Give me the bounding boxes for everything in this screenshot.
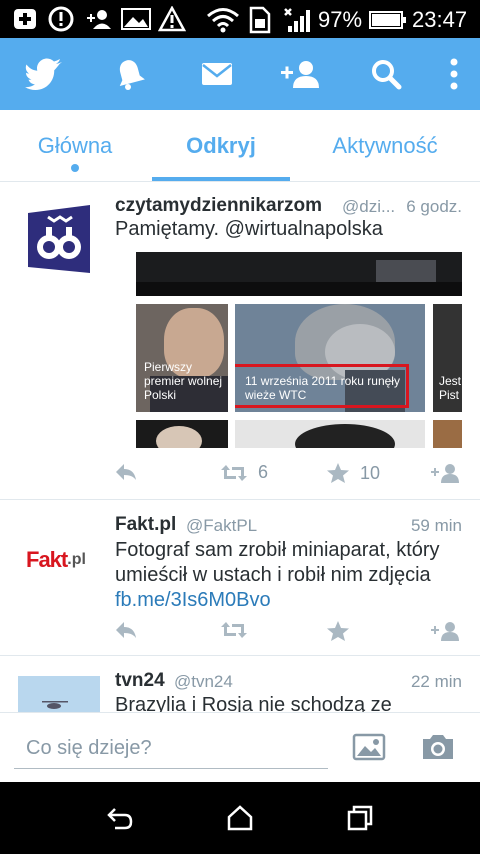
tweet-link[interactable]: fb.me/3Is6M0Bvo: [115, 589, 271, 611]
camera-icon: [423, 735, 453, 759]
camera-button[interactable]: [420, 733, 456, 766]
status-bar: 97% 23:47: [0, 0, 480, 38]
tweet-author-handle[interactable]: @dzi...: [342, 197, 395, 217]
alert-icon: [48, 6, 76, 37]
follow-user-icon: [431, 464, 459, 483]
tweet-author-handle[interactable]: @FaktPL: [186, 516, 257, 536]
avatar[interactable]: Fakt .pl: [26, 542, 92, 578]
tweet-timestamp: 22 min: [410, 672, 462, 691]
system-nav-bar: [0, 782, 480, 854]
media-caption-right: Jest Pist: [439, 374, 462, 402]
tweet-timestamp: 6 godz.: [406, 197, 462, 216]
media-tile-wtc: 11 września 2011 roku runęły wieże WTC: [235, 304, 425, 412]
reply-icon: [116, 464, 136, 480]
tweet-text: Fotograf sam zrobił miniaparat, który um…: [115, 538, 460, 613]
unread-indicator-dot: [71, 164, 79, 172]
compose-tweet-input[interactable]: [14, 729, 328, 769]
tweet-text: Pamiętamy. @wirtualnapolska: [115, 218, 383, 240]
media-caption-left: Pierwszy premier wolnej Polski: [144, 360, 223, 402]
retweet-button[interactable]: 6: [220, 462, 268, 483]
add-photo-button[interactable]: [352, 733, 386, 766]
image-icon: [120, 6, 152, 37]
tweet-item[interactable]: tvn24 @tvn24 22 min Brazylia i Rosja nie…: [0, 656, 480, 712]
add-user-icon[interactable]: [278, 56, 324, 92]
tweet-author-name[interactable]: tvn24: [115, 670, 165, 692]
media-tile-right: Jest Pist: [433, 304, 462, 412]
star-icon: [327, 463, 349, 483]
action-bar: [0, 38, 480, 110]
search-icon[interactable]: [368, 56, 404, 92]
retweet-icon: [221, 622, 247, 638]
tweet-composer: [0, 712, 480, 782]
home-button[interactable]: [220, 802, 260, 834]
twitter-bird-icon[interactable]: [24, 56, 64, 92]
media-top-strip: [136, 252, 462, 296]
tweet-author-handle[interactable]: @tvn24: [174, 672, 233, 692]
usb-add-icon: [12, 6, 40, 37]
active-tab-indicator: [152, 177, 290, 181]
notifications-bell-icon[interactable]: [112, 56, 148, 92]
retweet-icon: [221, 464, 247, 481]
follow-user-icon: [431, 622, 459, 641]
image-icon: [352, 733, 386, 761]
tweet-author-name[interactable]: Fakt.pl: [115, 514, 176, 536]
tab-aktywnosc[interactable]: Aktywność: [310, 110, 460, 182]
recent-apps-button[interactable]: [340, 802, 380, 834]
reply-button[interactable]: [114, 462, 138, 482]
media-caption-center: 11 września 2011 roku runęły wieże WTC: [245, 374, 400, 402]
recent-apps-icon: [347, 805, 373, 831]
tweet-media-image[interactable]: Pierwszy premier wolnej Polski 11 wrześn…: [136, 252, 462, 448]
media-tile-bottom-center: [235, 420, 425, 448]
avatar-text-suffix: .pl: [67, 551, 86, 568]
overflow-menu-icon[interactable]: [436, 56, 472, 92]
home-icon: [227, 805, 253, 831]
favorite-button[interactable]: [326, 620, 350, 642]
reply-button[interactable]: [114, 620, 138, 640]
add-contact-icon: [84, 6, 114, 37]
media-tile-bottom-right: [433, 420, 462, 448]
tweet-text-body: Fotograf sam zrobił miniaparat, który um…: [115, 539, 440, 586]
signal-no-service-icon: [282, 6, 312, 39]
back-button[interactable]: [100, 802, 140, 834]
tweet-author-name[interactable]: czytamydziennikarzom: [115, 195, 322, 217]
battery-icon: [368, 9, 408, 36]
follow-author-button[interactable]: [430, 620, 462, 642]
clock: 23:47: [412, 7, 468, 32]
avatar-text: Fakt: [26, 547, 68, 572]
wifi-icon: [206, 6, 240, 39]
avatar[interactable]: [18, 676, 100, 712]
back-icon: [107, 808, 133, 830]
battery-percent: 97%: [318, 7, 363, 32]
messages-envelope-icon[interactable]: [199, 56, 235, 92]
retweet-count: 6: [258, 462, 269, 482]
follow-author-button[interactable]: [430, 462, 462, 484]
reply-icon: [116, 622, 136, 638]
warning-icon: [157, 5, 187, 37]
avatar[interactable]: [26, 203, 92, 275]
star-icon: [327, 621, 349, 641]
tweet-timestamp: 59 min: [410, 516, 462, 535]
tab-odkryj[interactable]: Odkryj: [152, 110, 290, 182]
tweet-text: Brazylia i Rosja nie schodzą ze: [115, 694, 392, 712]
media-tile-bottom-left: [136, 420, 228, 448]
favorite-count: 10: [360, 462, 381, 483]
sim-card-icon: [248, 6, 272, 39]
favorite-button[interactable]: 10: [326, 462, 380, 484]
helicopter-image: [42, 701, 68, 709]
retweet-button[interactable]: [220, 620, 248, 640]
media-tile-portrait: Pierwszy premier wolnej Polski: [136, 304, 228, 412]
